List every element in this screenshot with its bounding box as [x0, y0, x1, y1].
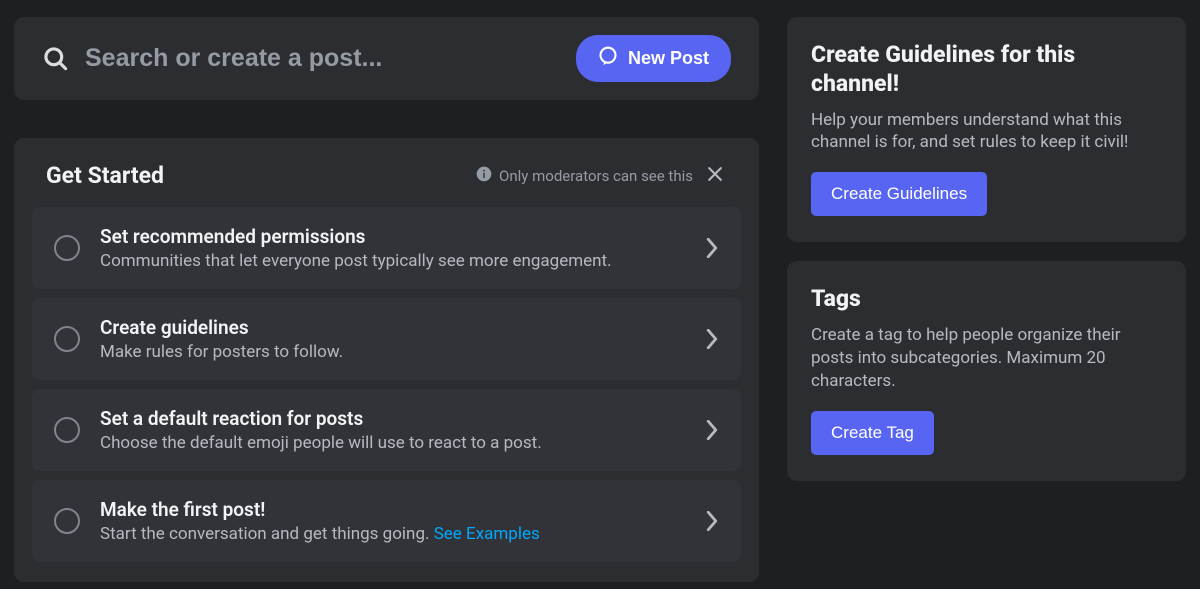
- gs-item-desc: Choose the default emoji people will use…: [100, 433, 685, 453]
- search-icon: [42, 45, 69, 72]
- speech-bubble-icon: [598, 46, 618, 71]
- gs-item-desc: Communities that let everyone post typic…: [100, 251, 685, 271]
- guidelines-title: Create Guidelines for this channel!: [811, 41, 1162, 99]
- get-started-meta: Only moderators can see this: [476, 162, 727, 189]
- radio-unchecked-icon: [54, 417, 80, 443]
- gs-item-title: Set a default reaction for posts: [100, 407, 685, 430]
- guidelines-card: Create Guidelines for this channel! Help…: [787, 17, 1186, 242]
- close-icon: [705, 164, 725, 187]
- chevron-right-icon: [705, 420, 719, 440]
- gs-item-reaction[interactable]: Set a default reaction for posts Choose …: [32, 389, 741, 471]
- chevron-right-icon: [705, 238, 719, 258]
- gs-item-body: Make the first post! Start the conversat…: [100, 498, 685, 544]
- create-guidelines-button[interactable]: Create Guidelines: [811, 172, 987, 216]
- gs-item-permissions[interactable]: Set recommended permissions Communities …: [32, 207, 741, 289]
- guidelines-desc: Help your members understand what this c…: [811, 109, 1162, 155]
- search-bar: New Post: [14, 17, 759, 100]
- radio-unchecked-icon: [54, 235, 80, 261]
- radio-unchecked-icon: [54, 326, 80, 352]
- gs-item-guidelines[interactable]: Create guidelines Make rules for posters…: [32, 298, 741, 380]
- search-input[interactable]: [85, 44, 560, 73]
- get-started-header: Get Started Only moderators can see this: [32, 162, 741, 207]
- new-post-label: New Post: [628, 48, 709, 69]
- tags-title: Tags: [811, 285, 1162, 314]
- gs-item-body: Set a default reaction for posts Choose …: [100, 407, 685, 453]
- gs-item-body: Set recommended permissions Communities …: [100, 225, 685, 271]
- tags-desc: Create a tag to help people organize the…: [811, 324, 1162, 393]
- gs-item-title: Set recommended permissions: [100, 225, 685, 248]
- mod-only-note: Only moderators can see this: [476, 166, 693, 186]
- gs-item-first-post[interactable]: Make the first post! Start the conversat…: [32, 480, 741, 562]
- radio-unchecked-icon: [54, 508, 80, 534]
- gs-item-title: Create guidelines: [100, 316, 685, 339]
- gs-item-desc: Start the conversation and get things go…: [100, 524, 685, 544]
- chevron-right-icon: [705, 329, 719, 349]
- gs-item-body: Create guidelines Make rules for posters…: [100, 316, 685, 362]
- close-button[interactable]: [703, 162, 727, 189]
- new-post-button[interactable]: New Post: [576, 35, 731, 82]
- tags-card: Tags Create a tag to help people organiz…: [787, 261, 1186, 481]
- gs-item-desc: Make rules for posters to follow.: [100, 342, 685, 362]
- mod-only-text: Only moderators can see this: [499, 167, 693, 185]
- see-examples-link[interactable]: See Examples: [434, 524, 540, 544]
- create-tag-button[interactable]: Create Tag: [811, 411, 934, 455]
- chevron-right-icon: [705, 511, 719, 531]
- gs-item-title: Make the first post!: [100, 498, 685, 521]
- gs-item-desc-text: Start the conversation and get things go…: [100, 524, 434, 544]
- get-started-items: Set recommended permissions Communities …: [32, 207, 741, 562]
- info-icon: [476, 166, 492, 186]
- get-started-card: Get Started Only moderators can see this: [14, 138, 759, 582]
- get-started-title: Get Started: [46, 162, 164, 189]
